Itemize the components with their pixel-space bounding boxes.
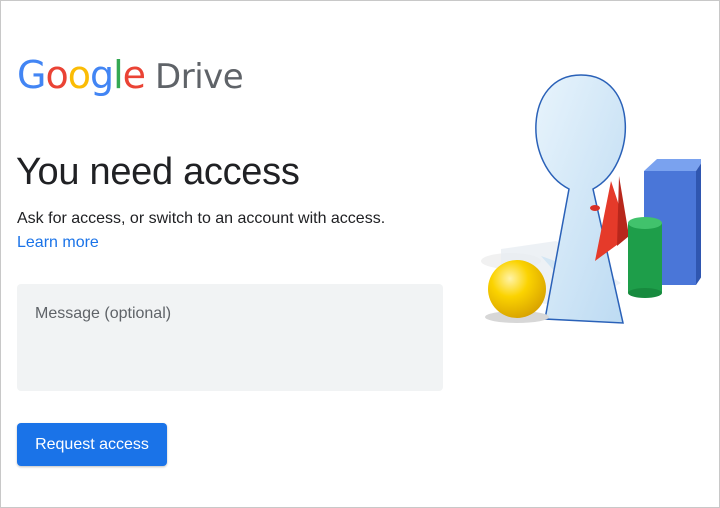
logo-letter: o <box>67 53 91 97</box>
access-description: Ask for access, or switch to an account … <box>17 210 386 227</box>
learn-more-link[interactable]: Learn more <box>17 234 99 252</box>
blue-block-top <box>644 159 701 171</box>
logo-letter: l <box>113 53 124 97</box>
keyhole-mirror-shapes-illustration <box>481 74 701 324</box>
google-drive-logo: Google Drive <box>17 53 244 97</box>
yellow-ball-icon <box>488 260 546 318</box>
logo-letter: G <box>17 53 46 97</box>
page-title: You need access <box>16 151 300 193</box>
product-name: Drive <box>155 57 244 97</box>
blue-block-side <box>696 163 701 285</box>
message-field[interactable] <box>17 284 443 391</box>
green-cylinder-bottom <box>628 288 662 298</box>
logo-letter: o <box>45 53 68 97</box>
green-cylinder-top <box>628 217 662 229</box>
green-cylinder-icon <box>628 223 662 293</box>
red-cone-shade <box>617 176 629 246</box>
red-dot <box>590 205 600 211</box>
logo-letter: g <box>89 53 114 97</box>
google-wordmark: Google <box>17 53 146 97</box>
request-access-button[interactable]: Request access <box>17 423 167 466</box>
logo-letter: e <box>122 53 146 97</box>
